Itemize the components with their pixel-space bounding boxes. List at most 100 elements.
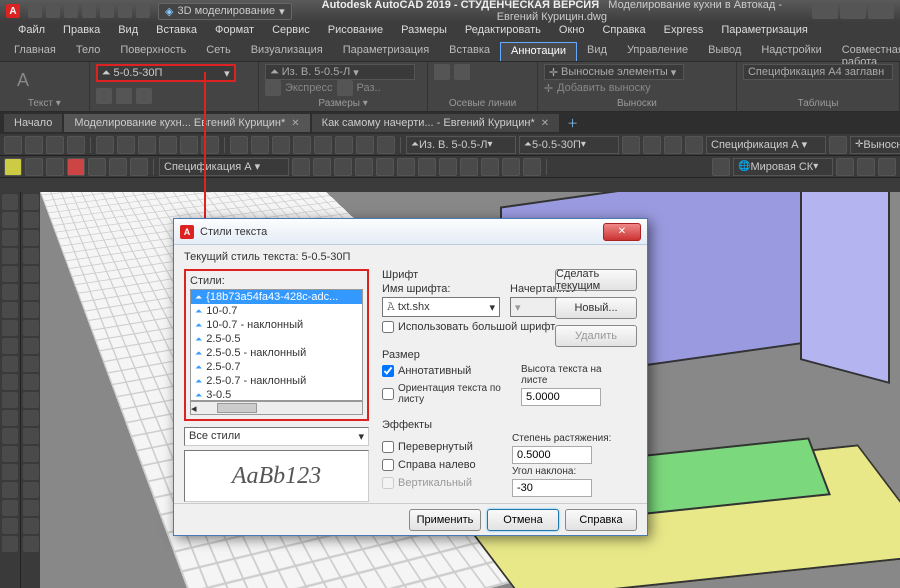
- tb-icon[interactable]: [377, 136, 395, 154]
- ribbon-tab[interactable]: Тело: [66, 42, 111, 61]
- new-button[interactable]: Новый...: [555, 297, 637, 319]
- tool-icon[interactable]: [23, 230, 39, 246]
- tb-icon[interactable]: [376, 158, 394, 176]
- menu-item[interactable]: Вид: [110, 22, 146, 42]
- tb-icon[interactable]: [159, 136, 177, 154]
- leader-dropdown[interactable]: ✛ Выносные эле ▾: [850, 136, 900, 154]
- tool-icon[interactable]: [23, 284, 39, 300]
- filter-dropdown[interactable]: Все стили▾: [184, 427, 369, 446]
- tool-icon[interactable]: [2, 194, 18, 210]
- close-icon[interactable]: [868, 3, 894, 19]
- tool-icon[interactable]: [23, 374, 39, 390]
- tool-icon[interactable]: [2, 446, 18, 462]
- doc-tab[interactable]: Начало: [4, 114, 62, 132]
- menu-item[interactable]: Вставка: [148, 22, 205, 42]
- ribbon-tab[interactable]: Главная: [4, 42, 66, 61]
- tb-icon[interactable]: [272, 136, 290, 154]
- leader-style-dropdown[interactable]: ✛ Выносные элементы ▾: [544, 64, 684, 80]
- tb-icon[interactable]: [4, 158, 22, 176]
- tool-icon[interactable]: [23, 392, 39, 408]
- menu-item[interactable]: Окно: [551, 22, 593, 42]
- tool-icon[interactable]: [23, 536, 39, 552]
- list-item[interactable]: 10-0.7 - наклонный: [191, 318, 362, 332]
- tb-icon[interactable]: [46, 158, 64, 176]
- orientation-checkbox[interactable]: Ориентация текста по листу: [382, 383, 511, 405]
- tb-icon[interactable]: [25, 136, 43, 154]
- tb-icon[interactable]: [313, 158, 331, 176]
- list-item[interactable]: 2.5-0.7 - наклонный: [191, 374, 362, 388]
- tb-icon[interactable]: [180, 136, 198, 154]
- tb-icon[interactable]: [356, 136, 374, 154]
- tb-icon[interactable]: [293, 136, 311, 154]
- help-button[interactable]: Справка: [565, 509, 637, 531]
- tb-icon[interactable]: [130, 158, 148, 176]
- menu-item[interactable]: Параметризация: [713, 22, 815, 42]
- tb-icon[interactable]: [334, 158, 352, 176]
- height-input[interactable]: [521, 388, 601, 406]
- tb-icon[interactable]: [878, 158, 896, 176]
- tb-icon[interactable]: [857, 158, 875, 176]
- tb-icon[interactable]: [643, 136, 661, 154]
- tool-icon[interactable]: [2, 212, 18, 228]
- tool-icon[interactable]: [23, 320, 39, 336]
- tb-icon[interactable]: [251, 136, 269, 154]
- ribbon-tab[interactable]: Визуализация: [241, 42, 333, 61]
- tool-icon[interactable]: [2, 500, 18, 516]
- tb-icon[interactable]: [67, 158, 85, 176]
- ribbon-tab[interactable]: Вывод: [698, 42, 751, 61]
- tool-icon[interactable]: [2, 518, 18, 534]
- tool-icon[interactable]: [2, 392, 18, 408]
- qat-icon[interactable]: [28, 4, 42, 18]
- list-item[interactable]: 3-0.5: [191, 388, 362, 401]
- tb-icon[interactable]: [836, 158, 854, 176]
- table-style-dropdown[interactable]: Спецификация А4 заглавн: [743, 64, 893, 80]
- ucs-dropdown[interactable]: 🌐 Мировая СК ▾: [733, 158, 833, 176]
- tb-icon[interactable]: [88, 158, 106, 176]
- ribbon-tab[interactable]: Совместная работа: [832, 42, 900, 61]
- tb-icon[interactable]: [67, 136, 85, 154]
- ribbon-tab[interactable]: Вставка: [439, 42, 500, 61]
- tb-icon[interactable]: [397, 158, 415, 176]
- tb-icon[interactable]: [460, 158, 478, 176]
- style-dropdown[interactable]: ⏶ Из. В. 5-0.5-Л ▾: [406, 136, 516, 154]
- tool-icon[interactable]: [23, 302, 39, 318]
- tb-icon[interactable]: [523, 158, 541, 176]
- qat-icon[interactable]: [64, 4, 78, 18]
- tb-icon[interactable]: [685, 136, 703, 154]
- list-item[interactable]: 2.5-0.5 - наклонный: [191, 346, 362, 360]
- ribbon-tab-annotations[interactable]: Аннотации: [500, 42, 577, 61]
- tool-icon[interactable]: [2, 410, 18, 426]
- menu-item[interactable]: Справка: [594, 22, 653, 42]
- tb-icon[interactable]: [25, 158, 43, 176]
- tb-icon[interactable]: [481, 158, 499, 176]
- vertical-checkbox[interactable]: Вертикальный: [382, 477, 502, 489]
- tool-icon[interactable]: [2, 338, 18, 354]
- layer-dropdown[interactable]: Спецификация А ▾: [159, 158, 289, 176]
- tb-icon[interactable]: [355, 158, 373, 176]
- tb-icon[interactable]: [829, 136, 847, 154]
- tb-icon[interactable]: [439, 158, 457, 176]
- spec-dropdown[interactable]: Спецификация А ▾: [706, 136, 826, 154]
- scale-icon[interactable]: [136, 88, 152, 104]
- qat-icon[interactable]: [136, 4, 150, 18]
- tool-icon[interactable]: [23, 410, 39, 426]
- dim-icon[interactable]: [337, 80, 353, 96]
- tb-icon[interactable]: [117, 136, 135, 154]
- tb-icon[interactable]: [335, 136, 353, 154]
- delete-button[interactable]: Удалить: [555, 325, 637, 347]
- tool-icon[interactable]: [2, 320, 18, 336]
- tb-icon[interactable]: [109, 158, 127, 176]
- tool-icon[interactable]: [2, 482, 18, 498]
- tb-icon[interactable]: [230, 136, 248, 154]
- minimize-icon[interactable]: [812, 3, 838, 19]
- menu-item[interactable]: Сервис: [264, 22, 318, 42]
- add-tab-icon[interactable]: ＋: [561, 115, 584, 131]
- centerline-icon[interactable]: [454, 64, 470, 80]
- menu-item[interactable]: Рисование: [320, 22, 391, 42]
- tool-icon[interactable]: [23, 518, 39, 534]
- tool-icon[interactable]: [2, 230, 18, 246]
- set-current-button[interactable]: Сделать текущим: [555, 269, 637, 291]
- list-item[interactable]: 2.5-0.5: [191, 332, 362, 346]
- menu-item[interactable]: Редактировать: [457, 22, 549, 42]
- ribbon-tab[interactable]: Вид: [577, 42, 617, 61]
